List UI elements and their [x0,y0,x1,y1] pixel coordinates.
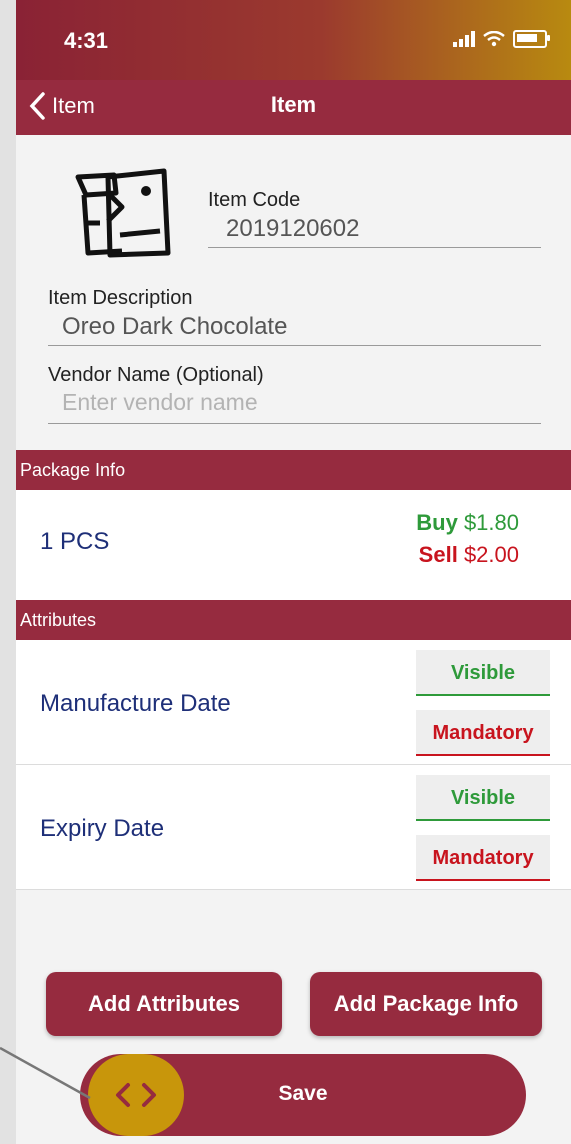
attribute-row: Expiry Date Visible Mandatory [16,765,571,890]
status-time: 4:31 [64,28,109,53]
code-toggle-button[interactable] [88,1054,184,1136]
signal-icon [453,31,475,47]
item-code-label: Item Code [208,189,301,211]
add-attributes-button[interactable]: Add Attributes [46,972,282,1036]
package-unit: 1 PCS [40,528,110,555]
visible-toggle[interactable]: Visible [416,650,550,696]
vendor-name-label: Vendor Name (Optional) [48,364,264,386]
visible-toggle[interactable]: Visible [416,775,550,821]
item-details: Item Code 2019120602 Item Description Or… [16,135,571,450]
buy-price: Buy $1.80 [416,510,519,536]
phone-screen: 4:31 Item Item Item Code 2019120602 Item… [16,0,571,1144]
sell-price: Sell $2.00 [419,542,519,568]
sell-value: $2.00 [463,542,519,567]
nav-bar: Item Item [16,80,571,135]
attributes-list: Manufacture Date Visible Mandatory Expir… [16,640,571,890]
item-description-underline [48,345,541,346]
mandatory-toggle[interactable]: Mandatory [416,835,550,881]
code-toggle-icon [116,1083,156,1107]
attributes-header: Attributes [16,600,571,640]
attribute-name[interactable]: Manufacture Date [40,690,231,718]
buy-label: Buy [416,510,458,535]
add-package-info-button[interactable]: Add Package Info [310,972,542,1036]
status-icons [453,30,550,48]
item-description-label: Item Description [48,287,193,309]
wifi-icon [483,31,505,47]
package-info-header: Package Info [16,450,571,490]
battery-icon [513,30,550,48]
vendor-name-input[interactable] [62,389,532,416]
item-code-field[interactable]: 2019120602 [226,215,359,243]
item-image-icon[interactable] [64,165,174,260]
buy-value: $1.80 [463,510,519,535]
vendor-name-underline [48,423,541,424]
attribute-row: Manufacture Date Visible Mandatory [16,640,571,765]
mandatory-toggle[interactable]: Mandatory [416,710,550,756]
empty-area [16,890,571,960]
status-bar: 4:31 [16,0,571,80]
item-code-underline [208,247,541,248]
page-title: Item [270,92,317,117]
sell-label: Sell [418,542,458,567]
package-row[interactable]: 1 PCS Buy $1.80 Sell $2.00 [16,490,571,600]
attribute-name[interactable]: Expiry Date [40,815,164,843]
left-border [0,0,16,1144]
item-description-field[interactable]: Oreo Dark Chocolate [62,313,287,341]
